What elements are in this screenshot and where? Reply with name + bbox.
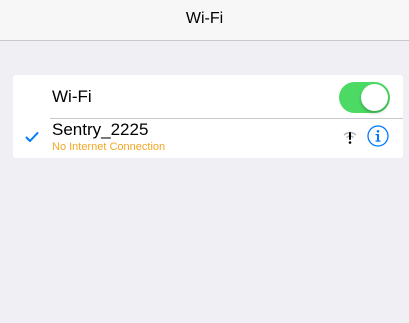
network-name: Sentry_2225 [52,120,149,139]
network-row[interactable]: Sentry_2225 No Internet Connection [13,119,403,158]
wifi-toggle-label: Wi-Fi [52,87,92,106]
checkmark-icon [25,130,39,144]
page-title: Wi-Fi [185,10,224,27]
wifi-warning-icon [342,129,358,145]
toggle-knob [361,84,388,111]
network-status: No Internet Connection [52,141,166,153]
wifi-settings-group: Wi-Fi Sentry_2225 No Internet Connection [13,75,403,158]
wifi-toggle-row: Wi-Fi [13,75,403,118]
info-icon[interactable] [367,125,389,147]
navigation-bar: Wi-Fi [0,0,409,41]
wifi-toggle-switch[interactable] [339,82,390,113]
